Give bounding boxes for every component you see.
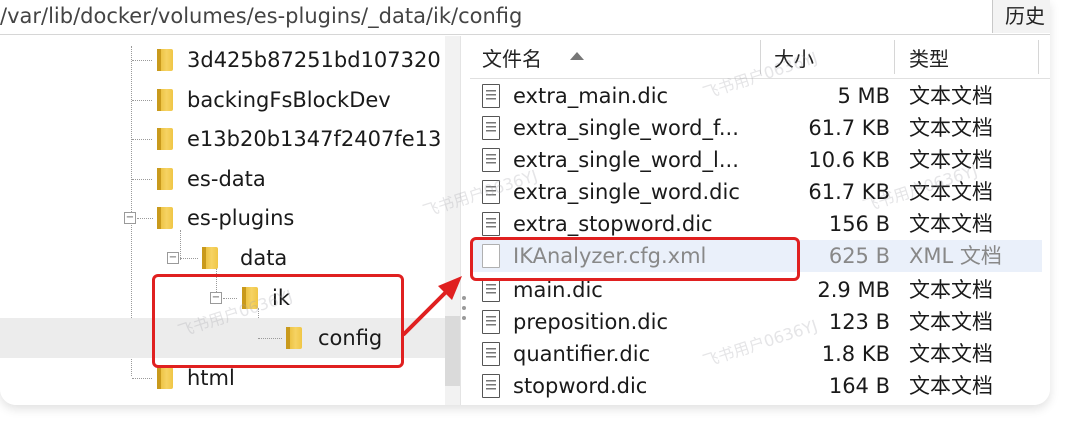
splitter-grip-icon[interactable] bbox=[462, 316, 466, 320]
text-file-icon bbox=[482, 310, 500, 334]
folder-icon bbox=[157, 128, 173, 150]
file-size: 1.8 KB bbox=[821, 342, 890, 366]
tree-item[interactable]: − data bbox=[0, 238, 445, 278]
file-name: extra_single_word.dic bbox=[513, 180, 740, 204]
file-name: stopword.dic bbox=[513, 374, 648, 398]
folder-icon bbox=[157, 49, 173, 71]
splitter-grip-icon[interactable] bbox=[462, 306, 466, 310]
folder-open-icon bbox=[157, 207, 173, 229]
file-size: 625 B bbox=[828, 244, 890, 268]
folder-icon bbox=[157, 89, 173, 111]
tree-item[interactable]: backingFsBlockDev bbox=[0, 80, 445, 120]
collapse-toggle-icon[interactable]: − bbox=[167, 252, 179, 264]
file-type: 文本文档 bbox=[909, 374, 993, 398]
tree-item[interactable]: e13b20b1347f2407fe13 bbox=[0, 119, 445, 159]
column-divider[interactable] bbox=[1038, 40, 1039, 74]
file-size: 123 B bbox=[828, 310, 890, 334]
file-name: extra_single_word_l... bbox=[513, 148, 739, 172]
tree-item[interactable]: es-data bbox=[0, 159, 445, 199]
file-type: XML 文档 bbox=[909, 244, 1002, 268]
text-file-icon bbox=[482, 212, 500, 236]
address-bar[interactable]: /var/lib/docker/volumes/es-plugins/_data… bbox=[0, 0, 1050, 35]
tree-item-label: 3d425b87251bd107320 bbox=[187, 48, 441, 72]
file-name: extra_main.dic bbox=[513, 84, 669, 108]
text-file-icon bbox=[482, 116, 500, 140]
file-explorer-window: /var/lib/docker/volumes/es-plugins/_data… bbox=[0, 0, 1050, 405]
folder-open-icon bbox=[202, 247, 218, 269]
file-type: 文本文档 bbox=[909, 278, 993, 302]
file-size: 2.9 MB bbox=[817, 278, 890, 302]
file-size: 5 MB bbox=[837, 84, 890, 108]
tree-item[interactable]: − es-plugins bbox=[0, 198, 445, 238]
file-size: 156 B bbox=[828, 212, 890, 236]
tree-item-label: es-plugins bbox=[187, 206, 295, 230]
tree-item-label: data bbox=[240, 246, 288, 270]
column-header-type[interactable]: 类型 bbox=[909, 36, 949, 78]
tree-scrollbar-thumb[interactable] bbox=[445, 316, 460, 386]
file-type: 文本文档 bbox=[909, 310, 993, 334]
column-divider[interactable] bbox=[894, 40, 895, 74]
file-name: quantifier.dic bbox=[513, 342, 651, 366]
text-file-icon bbox=[482, 148, 500, 172]
address-path[interactable]: /var/lib/docker/volumes/es-plugins/_data… bbox=[0, 2, 522, 30]
file-size: 10.6 KB bbox=[808, 148, 890, 172]
column-header-name[interactable]: 文件名 bbox=[482, 36, 542, 78]
sort-ascending-icon[interactable] bbox=[570, 52, 584, 60]
file-type: 文本文档 bbox=[909, 84, 993, 108]
file-type: 文本文档 bbox=[909, 342, 993, 366]
folder-icon bbox=[157, 367, 173, 389]
history-button[interactable]: 历史 bbox=[992, 0, 1050, 33]
tree-item[interactable]: 3d425b87251bd107320 bbox=[0, 40, 445, 80]
collapse-toggle-icon[interactable]: − bbox=[124, 212, 136, 224]
annotation-box-ikanalyzer-file bbox=[470, 237, 800, 281]
file-size: 61.7 KB bbox=[808, 116, 890, 140]
splitter-grip-icon[interactable] bbox=[462, 296, 466, 300]
file-name: preposition.dic bbox=[513, 310, 668, 334]
file-row[interactable]: extra_single_word_f... 61.7 KB 文本文档 bbox=[470, 112, 1042, 144]
text-file-icon bbox=[482, 278, 500, 302]
file-type: 文本文档 bbox=[909, 212, 993, 236]
tree-item-label: backingFsBlockDev bbox=[187, 88, 391, 112]
tree-item-label: e13b20b1347f2407fe13 bbox=[187, 127, 442, 151]
file-row[interactable]: stopword.dic 164 B 文本文档 bbox=[470, 370, 1042, 402]
file-size: 164 B bbox=[828, 374, 890, 398]
text-file-icon bbox=[482, 374, 500, 398]
file-name: extra_stopword.dic bbox=[513, 212, 713, 236]
file-type: 文本文档 bbox=[909, 116, 993, 140]
text-file-icon bbox=[482, 342, 500, 366]
file-name: extra_single_word_f... bbox=[513, 116, 739, 140]
text-file-icon bbox=[482, 84, 500, 108]
folder-icon bbox=[157, 168, 173, 190]
file-row[interactable]: extra_stopword.dic 156 B 文本文档 bbox=[470, 208, 1042, 240]
tree-item-label: es-data bbox=[187, 167, 266, 191]
